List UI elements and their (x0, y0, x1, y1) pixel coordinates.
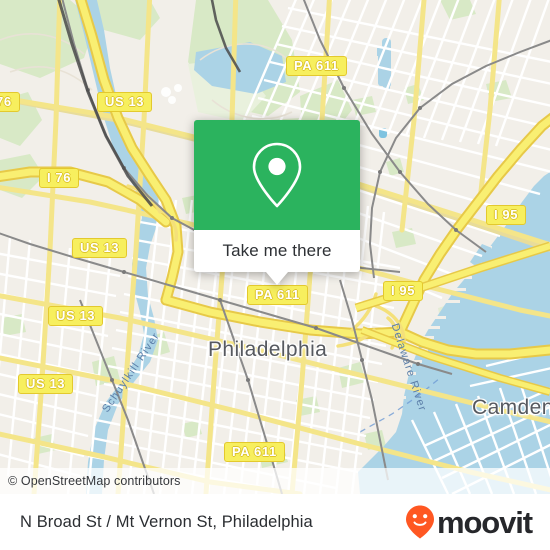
highway-shield-us-13: US 13 (97, 92, 153, 112)
callout-pointer (266, 272, 288, 285)
map-canvas[interactable]: Philadelphia Camden Delaware River Schuy… (0, 0, 550, 494)
highway-shield-i-76-edge: 76 (0, 92, 20, 112)
highway-shield-pa-611-3: PA 611 (224, 442, 285, 462)
map-pin-icon (252, 142, 302, 208)
highway-shield-pa-611: PA 611 (286, 56, 347, 76)
highway-shield-i-95-2: I 95 (486, 205, 527, 225)
moovit-brand[interactable]: moovit (404, 504, 533, 540)
highway-shield-i-76: I 76 (39, 168, 80, 188)
highway-shield-i-95: I 95 (383, 281, 424, 301)
highway-shield-us-13-4: US 13 (18, 374, 74, 394)
moovit-wordmark: moovit (436, 504, 533, 540)
attribution-text[interactable]: © OpenStreetMap contributors (0, 474, 181, 488)
take-me-there-label: Take me there (222, 241, 332, 260)
map-attribution-bar: © OpenStreetMap contributors (0, 468, 550, 494)
footer-bar: N Broad St / Mt Vernon St, Philadelphia … (0, 494, 550, 550)
destination-callout-card[interactable]: Take me there (194, 120, 360, 285)
highway-shield-pa-611-2: PA 611 (247, 285, 308, 305)
location-title: N Broad St / Mt Vernon St, Philadelphia (20, 512, 313, 531)
callout-header (194, 120, 360, 230)
highway-shield-us-13-2: US 13 (72, 238, 128, 258)
moovit-smiley-pin-icon (405, 505, 434, 539)
moovit-map-screenshot: Philadelphia Camden Delaware River Schuy… (0, 0, 550, 550)
highway-shield-us-13-3: US 13 (48, 306, 104, 326)
callout-action-bar[interactable]: Take me there (194, 230, 360, 272)
